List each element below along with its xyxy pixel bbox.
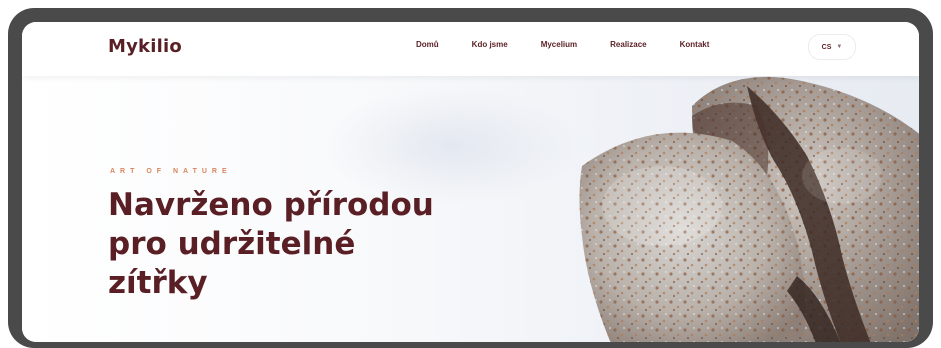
hero-eyebrow: ART OF NATURE [110,168,232,175]
nav-link-contact[interactable]: Kontakt [680,40,710,49]
chevron-down-icon: ▼ [836,44,843,50]
hero-section: ART OF NATURE Navrženo přírodou pro udrž… [22,76,919,342]
language-value: CS [821,43,832,51]
main-nav: Domů Kdo jsme Mycelium Realizace Kontakt [416,40,742,49]
language-select[interactable]: CS ▼ [808,34,856,60]
nav-link-about[interactable]: Kdo jsme [472,40,508,49]
device-frame: Mykilio Domů Kdo jsme Mycelium Realizace… [0,0,941,348]
hero-headline: Navrženo přírodou pro udržitelné zítřky [108,186,468,303]
headline-line-2: pro udržitelné [108,226,356,262]
website-screen: Mykilio Domů Kdo jsme Mycelium Realizace… [22,22,919,342]
nav-link-projects[interactable]: Realizace [610,40,646,49]
top-navbar: Mykilio Domů Kdo jsme Mycelium Realizace… [22,22,919,76]
nav-link-home[interactable]: Domů [416,40,439,49]
nav-link-mycelium[interactable]: Mycelium [541,40,577,49]
headline-line-1: Navrženo přírodou [108,187,434,223]
hero-image [579,76,919,342]
headline-line-3: zítřky [108,265,208,301]
site-logo[interactable]: Mykilio [108,36,182,57]
